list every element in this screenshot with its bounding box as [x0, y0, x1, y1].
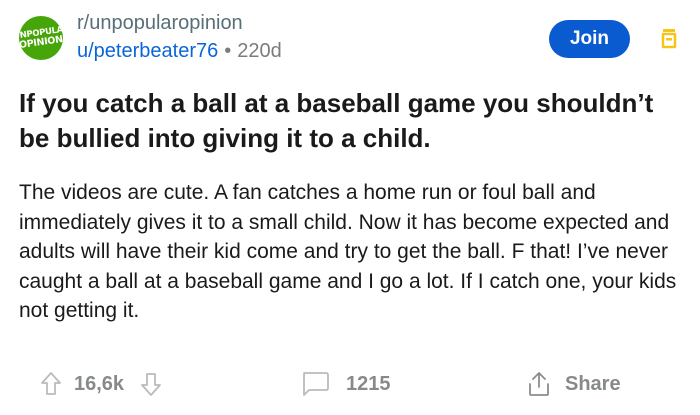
join-button[interactable]: Join — [549, 20, 630, 58]
vote-controls: 16,6k — [40, 368, 162, 400]
author-line: u/peterbeater76 • 220d — [77, 38, 282, 64]
post-title[interactable]: If you catch a ball at a baseball game y… — [19, 86, 679, 156]
author-username[interactable]: u/peterbeater76 — [77, 40, 218, 62]
comments-button[interactable]: 1215 — [300, 368, 391, 400]
share-button[interactable]: Share — [527, 368, 621, 400]
reddit-post-card: UNPOPULAR OPINION r/unpopularopinion u/p… — [0, 0, 700, 415]
save-icon[interactable] — [658, 27, 680, 49]
post-header: UNPOPULAR OPINION r/unpopularopinion u/p… — [19, 10, 680, 66]
downvote-arrow-icon[interactable] — [140, 371, 162, 397]
post-body: The videos are cute. A fan catches a hom… — [19, 181, 677, 322]
post-meta: r/unpopularopinion u/peterbeater76 • 220d — [77, 10, 282, 64]
meta-separator: • — [224, 40, 232, 62]
post-actions-bar: 16,6k 1215 Share — [0, 362, 700, 408]
share-label: Share — [565, 372, 621, 395]
save-icon-graphic — [661, 29, 677, 49]
post-age: 220d — [237, 40, 282, 62]
upvote-arrow-icon[interactable] — [40, 371, 62, 397]
comment-count: 1215 — [346, 372, 391, 395]
share-icon — [527, 370, 551, 398]
subreddit-name[interactable]: r/unpopularopinion — [77, 10, 282, 36]
comment-bubble-icon — [300, 370, 330, 398]
subreddit-avatar[interactable]: UNPOPULAR OPINION — [19, 16, 63, 60]
vote-count: 16,6k — [74, 372, 125, 395]
